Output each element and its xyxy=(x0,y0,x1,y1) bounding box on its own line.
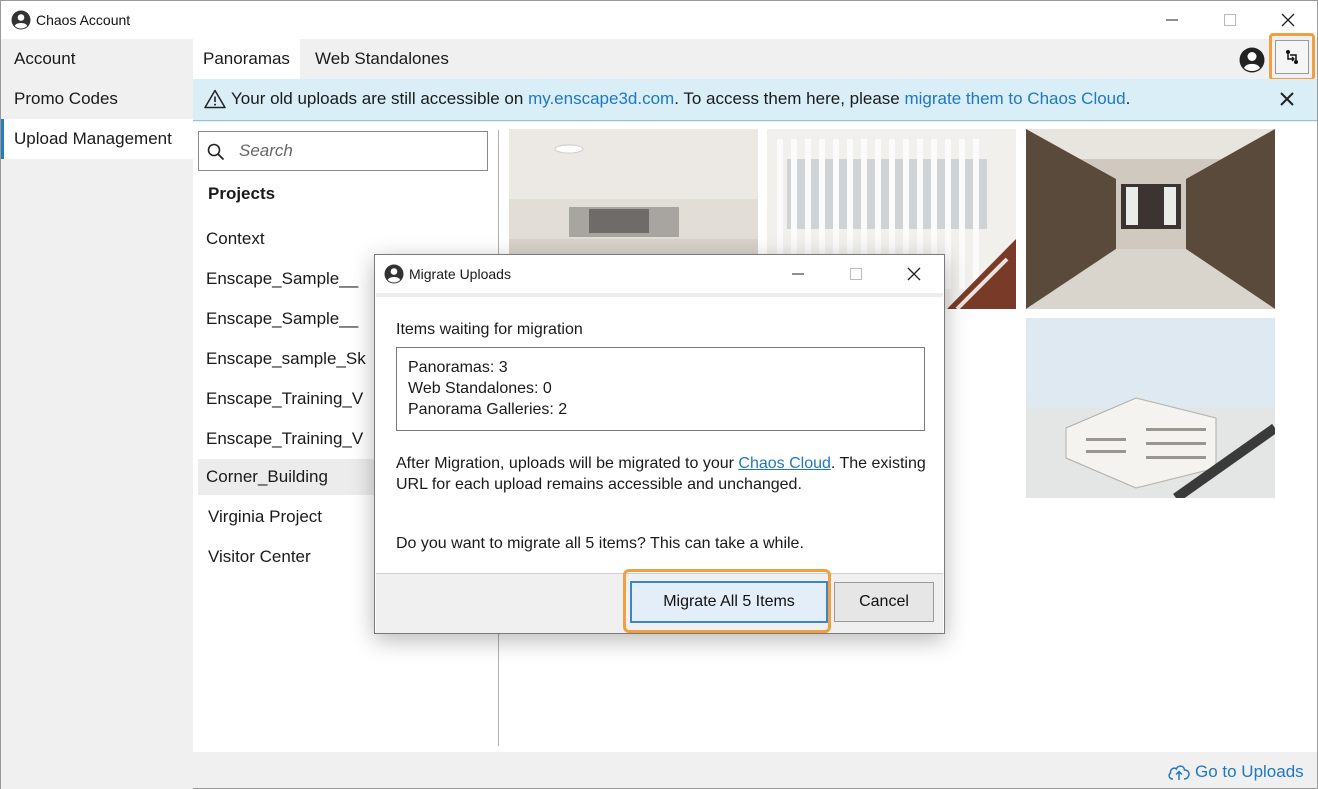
go-to-uploads-link[interactable]: Go to Uploads xyxy=(1167,762,1304,782)
search-box[interactable] xyxy=(198,131,488,171)
migration-counts-box: Panoramas: 3 Web Standalones: 0 Panorama… xyxy=(396,347,925,431)
minimize-icon xyxy=(792,273,804,275)
account-icon xyxy=(11,10,31,30)
window-title: Chaos Account xyxy=(36,12,131,28)
cloud-upload-icon xyxy=(1168,765,1190,780)
dialog-minimize-button[interactable] xyxy=(769,255,827,293)
sidebar-item-account[interactable]: Account xyxy=(1,39,193,79)
search-input[interactable] xyxy=(239,140,479,162)
minimize-icon xyxy=(1166,19,1178,21)
building-aerial-image xyxy=(1026,318,1275,498)
banner-close-icon[interactable] xyxy=(1276,88,1298,110)
warning-icon xyxy=(204,89,226,109)
sidebar-item-promo-codes[interactable]: Promo Codes xyxy=(1,79,193,119)
migration-banner: Your old uploads are still accessible on… xyxy=(193,79,1317,121)
migrate-uploads-dialog: Migrate Uploads Items waiting for migrat… xyxy=(374,254,945,634)
library-render-image xyxy=(1026,129,1275,309)
dialog-maximize-button[interactable] xyxy=(827,255,885,293)
migrate-link[interactable]: migrate them to Chaos Cloud xyxy=(904,89,1125,108)
banner-text-1: Your old uploads are still accessible on xyxy=(231,89,529,108)
migration-description: After Migration, uploads will be migrate… xyxy=(396,453,926,495)
tab-panoramas[interactable]: Panoramas xyxy=(193,39,300,79)
title-bar: Chaos Account xyxy=(1,1,1317,39)
go-to-uploads-label: Go to Uploads xyxy=(1195,762,1304,781)
count-panorama-galleries: Panorama Galleries: 2 xyxy=(408,401,568,418)
search-icon xyxy=(207,143,225,161)
banner-text-2: . To access them here, please xyxy=(674,89,905,108)
maximize-button[interactable] xyxy=(1201,1,1259,39)
items-waiting-label: Items waiting for migration xyxy=(396,321,583,338)
projects-heading: Projects xyxy=(208,184,276,203)
enscape-site-link[interactable]: my.enscape3d.com xyxy=(528,89,674,108)
dialog-title-bar: Migrate Uploads xyxy=(375,255,944,293)
panorama-thumbnail[interactable] xyxy=(1026,129,1275,309)
minimize-button[interactable] xyxy=(1143,1,1201,39)
description-text-1: After Migration, uploads will be migrate… xyxy=(396,455,739,472)
sidebar-item-upload-management[interactable]: Upload Management xyxy=(1,119,193,159)
dialog-title: Migrate Uploads xyxy=(409,266,511,282)
cancel-button[interactable]: Cancel xyxy=(834,582,934,622)
migrate-all-button[interactable]: Migrate All 5 Items xyxy=(630,581,828,623)
sidebar: Account Promo Codes Upload Management xyxy=(1,39,193,789)
confirm-question: Do you want to migrate all 5 items? This… xyxy=(396,535,804,552)
banner-message: Your old uploads are still accessible on… xyxy=(231,89,1130,109)
close-icon xyxy=(1281,13,1295,27)
tab-web-standalones[interactable]: Web Standalones xyxy=(305,39,459,79)
banner-text-3: . xyxy=(1125,89,1131,108)
migrate-uploads-button[interactable] xyxy=(1269,33,1315,81)
count-web-standalones: Web Standalones: 0 xyxy=(408,380,552,397)
panorama-thumbnail[interactable] xyxy=(1026,318,1275,498)
chaos-cloud-link[interactable]: Chaos Cloud xyxy=(738,455,831,472)
migrate-icon xyxy=(1286,50,1298,64)
account-icon xyxy=(384,264,404,284)
dialog-body: Items waiting for migration Panoramas: 3… xyxy=(376,293,943,573)
tab-bar: Panoramas Web Standalones xyxy=(193,39,1317,79)
maximize-icon xyxy=(850,268,862,280)
close-icon xyxy=(907,267,921,281)
count-panoramas: Panoramas: 3 xyxy=(408,359,508,376)
dialog-close-button[interactable] xyxy=(885,255,943,293)
user-avatar-icon[interactable] xyxy=(1239,47,1265,73)
project-item[interactable]: Context xyxy=(198,221,488,257)
maximize-icon xyxy=(1224,14,1236,26)
